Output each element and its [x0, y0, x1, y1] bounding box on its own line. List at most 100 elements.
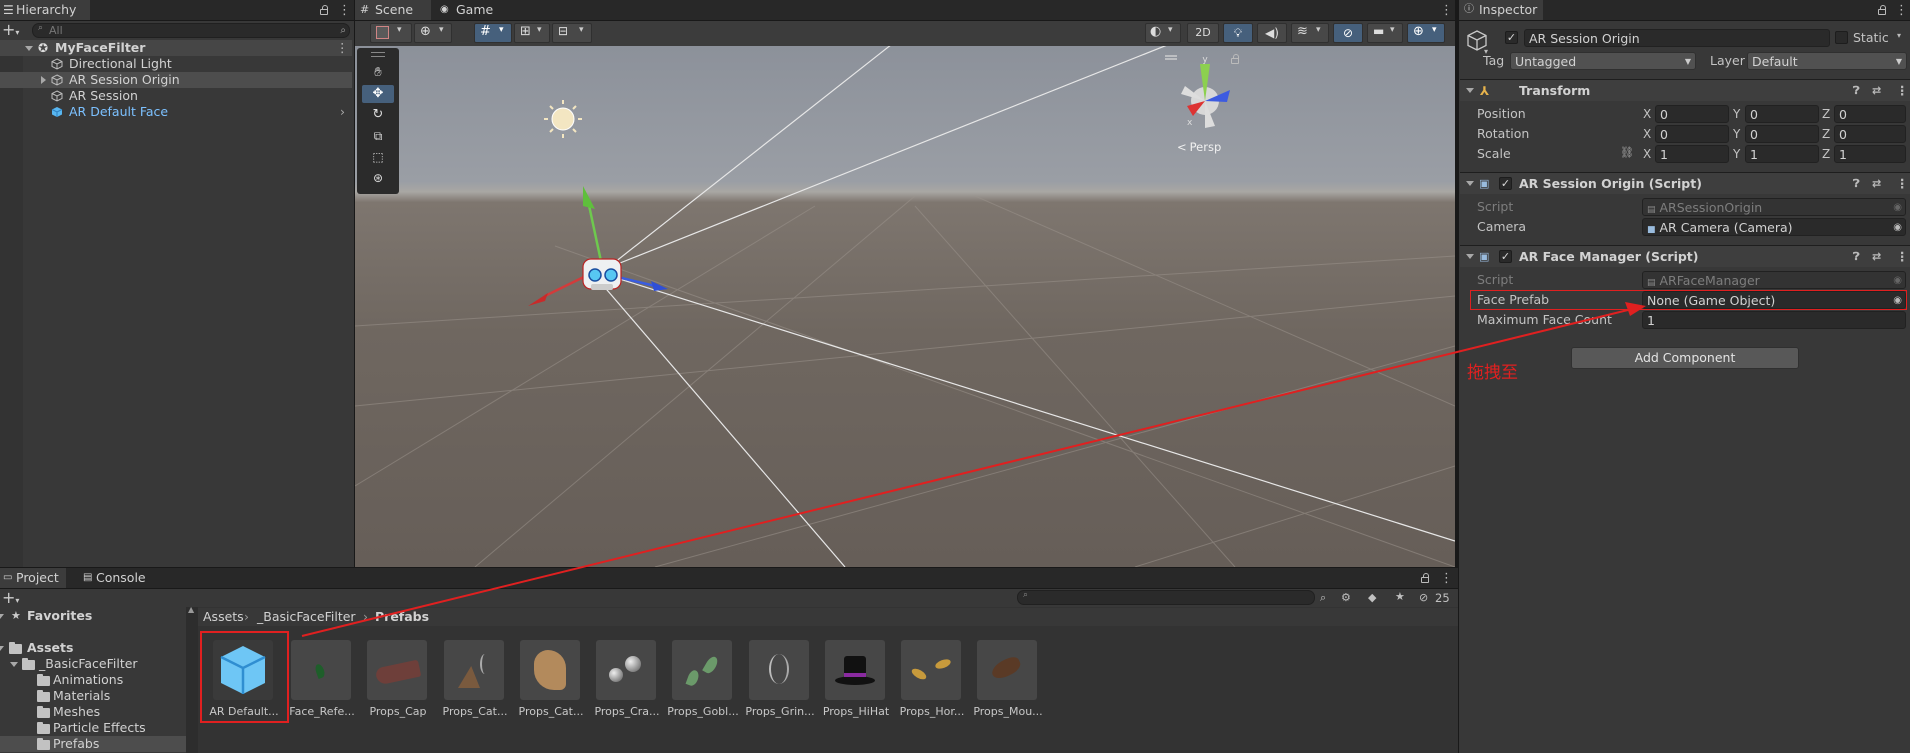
toggle-2d-button[interactable]: 2D: [1187, 23, 1219, 43]
position-y-field[interactable]: 0: [1745, 105, 1819, 123]
persp-label[interactable]: < Persp: [1177, 140, 1221, 154]
more-menu-icon[interactable]: ⋮: [1440, 572, 1453, 586]
toolbox-handle[interactable]: [371, 52, 385, 57]
hierarchy-item[interactable]: AR Default Face ›: [0, 104, 352, 120]
scale-z-field[interactable]: 1: [1834, 145, 1906, 163]
breadcrumb-prefabs[interactable]: Prefabs: [375, 608, 429, 626]
label-icon[interactable]: ◆: [1368, 591, 1376, 604]
position-z-field[interactable]: 0: [1834, 105, 1906, 123]
constrain-proportions-icon[interactable]: ⛓︎: [1620, 146, 1634, 159]
more-menu-icon[interactable]: ⋮: [1440, 4, 1453, 18]
chevron-right-icon[interactable]: ›: [340, 104, 345, 120]
more-menu-icon[interactable]: ⋮: [1895, 4, 1908, 18]
tree-folder-row[interactable]: Meshes: [0, 704, 186, 720]
hidden-objects-button[interactable]: ⊘: [1333, 23, 1363, 43]
add-component-button[interactable]: Add Component: [1571, 347, 1799, 369]
foldout-arrow-icon[interactable]: [1466, 181, 1474, 186]
presets-icon[interactable]: ⇄: [1872, 80, 1881, 102]
active-checkbox[interactable]: ✓: [1505, 31, 1518, 44]
grid-snap-button[interactable]: # ▾: [474, 23, 512, 43]
asset-item[interactable]: Props_Mou...: [973, 640, 1043, 718]
rect-tool-button[interactable]: ⬚: [362, 148, 394, 166]
asset-item[interactable]: Props_Hor...: [900, 640, 964, 718]
tree-folder-row[interactable]: Prefabs: [0, 736, 186, 752]
lock-icon[interactable]: [1231, 54, 1239, 64]
scale-tool-button[interactable]: ⧉: [362, 127, 394, 145]
scroll-up-arrow-icon[interactable]: ▲: [188, 605, 194, 614]
component-menu-icon[interactable]: ⋮: [1896, 173, 1909, 195]
tab-game[interactable]: ◉ Game: [436, 0, 506, 20]
breadcrumb-basicfacefilter[interactable]: _BasicFaceFilter: [257, 608, 356, 626]
asset-item[interactable]: Props_Gobl...: [667, 640, 739, 718]
effects-button[interactable]: ≋ ▾: [1291, 23, 1329, 43]
draw-mode-button[interactable]: ▾: [370, 23, 412, 43]
filter-type-icon[interactable]: ⚙︎: [1341, 591, 1351, 604]
scene-row[interactable]: ✪ MyFaceFilter ⋮: [0, 40, 352, 56]
asset-item[interactable]: Props_Cra...: [594, 640, 660, 718]
asset-item[interactable]: Props_Grin...: [745, 640, 815, 718]
expand-arrow-icon[interactable]: [41, 76, 46, 84]
tab-project[interactable]: ▭ Project: [0, 568, 66, 588]
component-menu-icon[interactable]: ⋮: [1896, 246, 1909, 268]
max-face-count-field[interactable]: 1: [1642, 311, 1906, 329]
expand-arrow-icon[interactable]: [25, 46, 33, 51]
snap-increment-button[interactable]: ⊞ ▾: [514, 23, 550, 43]
project-search[interactable]: ⌕: [1017, 590, 1315, 605]
face-avatar-icon[interactable]: [582, 258, 622, 290]
tree-folder-row[interactable]: Particle Effects: [0, 720, 186, 736]
scene-viewport[interactable]: y x < Persp: [355, 46, 1455, 567]
hidden-packages-icon[interactable]: ⊘: [1419, 591, 1428, 604]
foldout-arrow-icon[interactable]: [1466, 88, 1474, 93]
assets-row[interactable]: Assets: [0, 640, 186, 656]
search-filter-icon[interactable]: ⌕: [340, 24, 346, 37]
search-by-type-icon[interactable]: ⌕: [1320, 591, 1326, 605]
favorite-star-icon[interactable]: ★: [1395, 590, 1405, 603]
ar-session-origin-header[interactable]: ▣ ✓ AR Session Origin (Script) ❓︎ ⇄ ⋮: [1460, 172, 1910, 194]
tree-folder-row[interactable]: _BasicFaceFilter: [0, 656, 186, 672]
transform-tool-button[interactable]: ⊛: [362, 169, 394, 187]
asset-item[interactable]: Props_Cat...: [519, 640, 583, 718]
more-menu-icon[interactable]: ⋮: [338, 4, 351, 18]
object-picker-icon[interactable]: ◉: [1893, 219, 1902, 235]
tree-scrollbar[interactable]: ▲: [186, 605, 198, 753]
tab-console[interactable]: ▤ Console: [80, 568, 160, 588]
tab-scene[interactable]: # Scene: [355, 0, 431, 20]
rotation-z-field[interactable]: 0: [1834, 125, 1906, 143]
asset-item[interactable]: Props_Cat...: [443, 640, 507, 718]
scale-x-field[interactable]: 1: [1655, 145, 1729, 163]
orientation-gizmo[interactable]: y x: [1165, 55, 1230, 128]
presets-icon[interactable]: ⇄: [1872, 173, 1881, 195]
help-icon[interactable]: ❓︎: [1853, 80, 1860, 102]
tab-inspector[interactable]: ⓘ Inspector: [1459, 0, 1543, 20]
ar-face-manager-header[interactable]: ▣ ✓ AR Face Manager (Script) ❓︎ ⇄ ⋮: [1460, 245, 1910, 267]
transform-header[interactable]: ⅄ Transform ❓︎ ⇄ ⋮: [1460, 79, 1910, 101]
lock-icon[interactable]: [1421, 573, 1429, 583]
camera-button[interactable]: ▬ ▾: [1367, 23, 1403, 43]
foldout-arrow-icon[interactable]: [0, 646, 4, 651]
hierarchy-item[interactable]: Directional Light: [0, 56, 352, 72]
component-menu-icon[interactable]: ⋮: [1896, 80, 1909, 102]
tab-hierarchy[interactable]: ☰ Hierarchy: [0, 0, 90, 20]
tree-folder-row[interactable]: Materials: [0, 688, 186, 704]
ruler-button[interactable]: ⊟ ▾: [552, 23, 592, 43]
breadcrumb-assets[interactable]: Assets: [203, 608, 244, 626]
audio-button[interactable]: ◀): [1257, 23, 1287, 43]
component-enabled-checkbox[interactable]: ✓: [1499, 250, 1512, 263]
foldout-arrow-icon[interactable]: [10, 662, 18, 667]
help-icon[interactable]: ❓︎: [1853, 173, 1860, 195]
static-checkbox[interactable]: [1835, 31, 1848, 44]
gizmos-button[interactable]: ⊕ ▾: [1407, 23, 1445, 43]
component-enabled-checkbox[interactable]: ✓: [1499, 177, 1512, 190]
help-icon[interactable]: ❓︎: [1853, 246, 1860, 268]
lock-icon[interactable]: [1878, 5, 1886, 15]
lock-icon[interactable]: [320, 5, 328, 15]
add-button[interactable]: +▾: [2, 21, 24, 39]
object-name-field[interactable]: AR Session Origin: [1524, 29, 1830, 47]
rotate-tool-button[interactable]: ↻: [362, 106, 394, 124]
hand-tool-button[interactable]: ✋︎: [362, 64, 394, 82]
global-local-button[interactable]: ⊕ ▾: [414, 23, 452, 43]
favorites-row[interactable]: ★ Favorites: [0, 608, 186, 624]
foldout-arrow-icon[interactable]: [1466, 254, 1474, 259]
move-tool-button[interactable]: ✥: [362, 85, 394, 103]
asset-item[interactable]: Props_Cap: [367, 640, 429, 718]
